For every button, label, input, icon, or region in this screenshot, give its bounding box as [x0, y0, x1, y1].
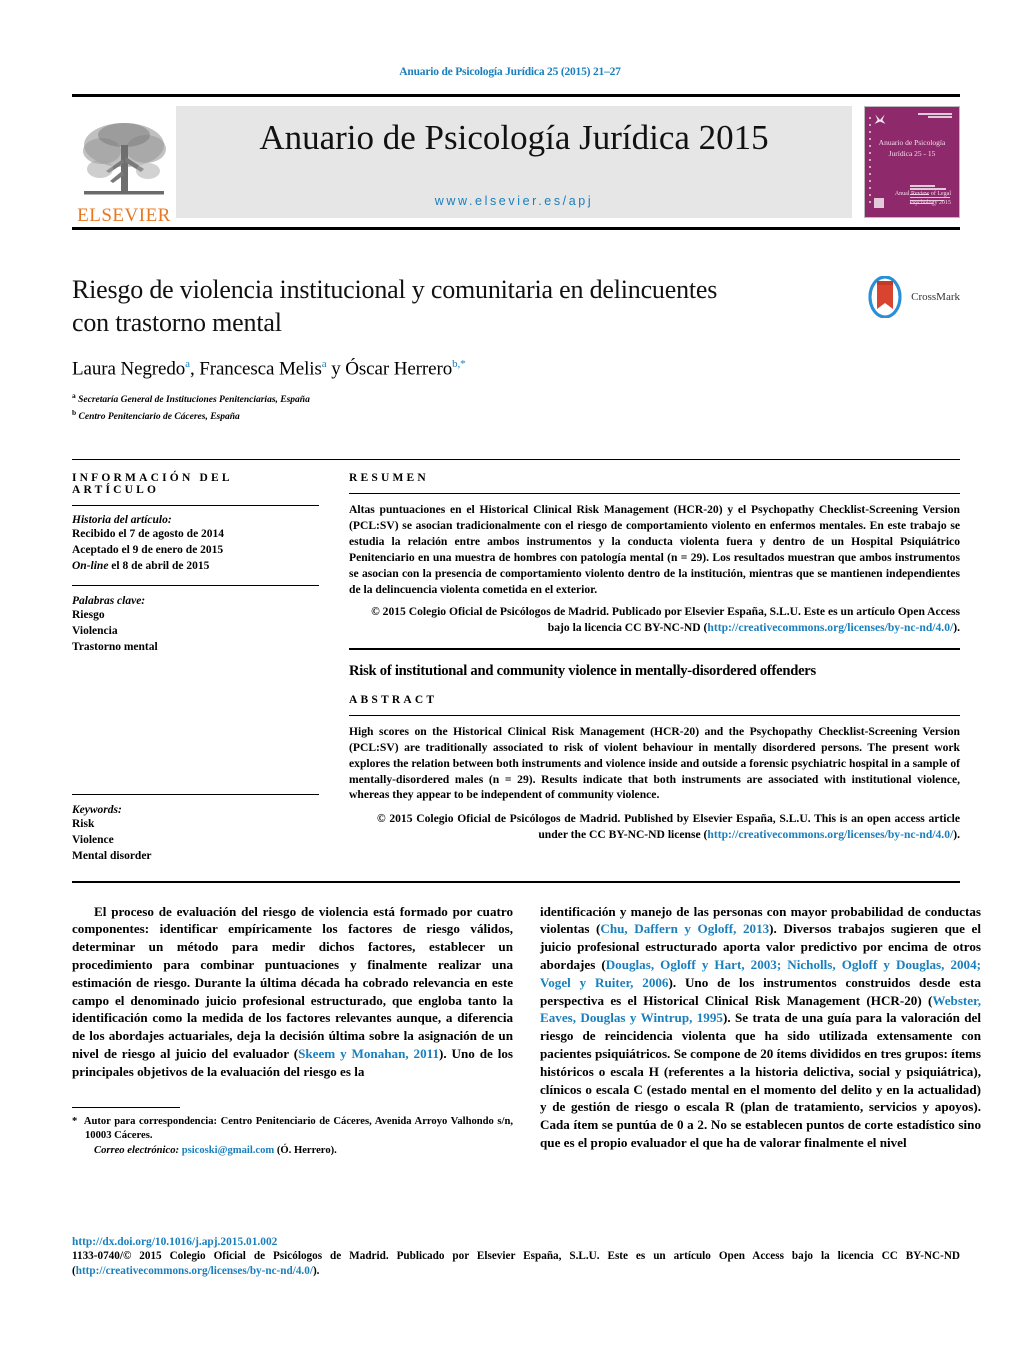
abstract-heading: ABSTRACT	[349, 693, 438, 706]
article-title: Riesgo de violencia institucional y comu…	[72, 274, 772, 340]
author-name-1[interactable]: Laura Negredo	[72, 358, 185, 379]
affiliation-a-marker: a	[72, 390, 76, 400]
keyword-es-2: Trastorno mental	[72, 641, 158, 654]
affiliations: a Secretaría General de Instituciones Pe…	[72, 391, 960, 425]
journal-article-page: Anuario de Psicología Jurídica 25 (2015)…	[0, 0, 1020, 1351]
email-owner: (Ó. Herrero).	[276, 1145, 337, 1157]
keywords-es-label: Palabras clave:	[72, 594, 146, 607]
correspondence-text-line: * Autor para correspondencia: Centro Pen…	[72, 1115, 513, 1145]
cover-title: Anuario de Psicología Jurídica 25 - 15	[878, 138, 946, 159]
author-conjunction: y	[326, 357, 346, 379]
divider-info-top	[72, 504, 319, 506]
divider-resumen	[349, 492, 960, 494]
correspondence-address: Autor para correspondencia: Centro Penit…	[83, 1115, 513, 1142]
keyword-en-0: Risk	[72, 817, 95, 830]
abstract-copyright: © 2015 Colegio Oficial de Psicólogos de …	[349, 811, 960, 843]
author-3-affil-marker: b,*	[452, 357, 466, 370]
abstract-english-title: Risk of institutional and community viol…	[349, 662, 816, 679]
citation-skeem-monahan[interactable]: Skeem y Monahan, 2011	[298, 1046, 439, 1061]
author-name-2[interactable]: Francesca Melis	[199, 358, 322, 379]
body-left-text-1: El proceso de evaluación del riesgo de v…	[72, 903, 513, 1061]
correspondence-email-line: Correo electrónico: psicoski@gmail.com (…	[72, 1144, 513, 1159]
body-column-left: El proceso de evaluación del riesgo de v…	[72, 903, 513, 1159]
affiliation-b: b Centro Penitenciario de Cáceres, Españ…	[72, 408, 960, 425]
body-right-text-4: ). Se trata de una guía para la valoraci…	[540, 1010, 982, 1150]
article-title-line2: con trastorno mental	[72, 307, 282, 337]
email-label: Correo electrónico:	[94, 1145, 180, 1157]
elsevier-wordmark: ELSEVIER	[77, 205, 171, 226]
history-online: On-line el 8 de abril de 2015	[72, 558, 319, 574]
cover-footer: Anual Review of Legal Psychology 2015	[873, 190, 951, 209]
title-zone: CrossMark Riesgo de violencia institucio…	[72, 274, 960, 425]
resumen-heading: RESUMEN	[349, 471, 429, 484]
abstract-block: INFORMACIÓN DEL ARTÍCULO Historia del ar…	[72, 458, 960, 865]
journal-masthead: ELSEVIER Anuario de Psicología Jurídica …	[72, 94, 960, 230]
keyword-en-2: Mental disorder	[72, 850, 152, 863]
abstract-copyright-part2: ).	[953, 828, 960, 842]
footnote-divider	[72, 1106, 180, 1108]
crossmark-label: CrossMark	[911, 291, 960, 303]
cover-english-title: Anual Review of Legal Psychology 2015	[894, 190, 951, 207]
keyword-en-1: Violence	[72, 833, 114, 846]
author-name-3[interactable]: Óscar Herrero	[345, 358, 452, 379]
history-received: Recibido el 7 de agosto de 2014	[72, 527, 225, 540]
cover-elsevier-mark-icon	[874, 198, 884, 208]
footer-license-link[interactable]: http://creativecommons.org/licenses/by-n…	[76, 1265, 313, 1277]
divider-abstract	[349, 714, 960, 716]
abstract-column: RESUMEN Altas puntuaciones en el Histori…	[349, 472, 960, 865]
issn-copyright: 1133-0740/© 2015 Colegio Oficial de Psic…	[72, 1249, 960, 1280]
resumen-copyright-part2: ).	[953, 620, 960, 634]
resumen-text: Altas puntuaciones en el Historical Clin…	[349, 502, 960, 596]
cover-side-ticks	[869, 117, 871, 207]
body-column-right: identificación y manejo de las personas …	[540, 903, 981, 1159]
correspondence-note: * Autor para correspondencia: Centro Pen…	[72, 1115, 513, 1159]
citation-chu-daffern-ogloff[interactable]: Chu, Daffern y Ogloff, 2013	[600, 921, 769, 936]
journal-title: Anuario de Psicología Jurídica 2015	[259, 118, 769, 157]
history-accepted: Aceptado el 9 de enero de 2015	[72, 544, 224, 556]
history-online-rest: el 8 de abril de 2015	[108, 560, 210, 573]
resumen-license-link[interactable]: http://creativecommons.org/licenses/by-n…	[707, 621, 953, 634]
article-body: El proceso de evaluación del riesgo de v…	[72, 880, 981, 1159]
history-online-italic: On-line	[72, 560, 109, 573]
keyword-es-0: Riesgo	[72, 608, 105, 621]
affiliation-a-text: Secretaría General de Instituciones Peni…	[78, 394, 310, 405]
body-paragraph-left-1: El proceso de evaluación del riesgo de v…	[72, 903, 513, 1081]
correspondence-marker: *	[72, 1115, 78, 1127]
abstract-license-link[interactable]: http://creativecommons.org/licenses/by-n…	[707, 828, 953, 841]
journal-cover-thumbnail: Anuario de Psicología Jurídica 25 - 15 A…	[864, 106, 960, 218]
abstract-text: High scores on the Historical Clinical R…	[349, 724, 960, 802]
affiliation-b-marker: b	[72, 407, 77, 417]
elsevier-tree-icon	[83, 123, 166, 195]
divider-keywords-en	[72, 793, 319, 795]
journal-url[interactable]: www.elsevier.es/apj	[435, 194, 593, 208]
cover-header	[872, 113, 952, 127]
divider-abstract-en	[349, 647, 960, 650]
crossmark-badge[interactable]: CrossMark	[864, 276, 960, 318]
keyword-es-1: Violencia	[72, 624, 118, 637]
keywords-en-label: Keywords:	[72, 803, 122, 816]
elsevier-logo-block: ELSEVIER	[72, 97, 176, 227]
author-list: Laura Negredoa, Francesca Melisa y Óscar…	[72, 358, 960, 380]
crossmark-icon	[868, 276, 902, 318]
resumen-copyright: © 2015 Colegio Oficial de Psicólogos de …	[349, 604, 960, 636]
divider-keywords-es	[72, 584, 319, 586]
page-footer: http://dx.doi.org/10.1016/j.apj.2015.01.…	[72, 1236, 960, 1280]
email-link[interactable]: psicoski@gmail.com	[182, 1145, 275, 1156]
affiliation-b-text: Centro Penitenciario de Cáceres, España	[78, 411, 240, 422]
issn-copyright-part2: ).	[312, 1265, 320, 1278]
history-label: Historia del artículo:	[72, 513, 172, 526]
body-paragraph-right-1: identificación y manejo de las personas …	[540, 903, 981, 1152]
journal-band: Anuario de Psicología Jurídica 2015 www.…	[176, 106, 852, 218]
affiliation-a: a Secretaría General de Instituciones Pe…	[72, 391, 960, 408]
article-info-heading: INFORMACIÓN DEL ARTÍCULO	[72, 471, 233, 496]
cover-society-logo-icon	[874, 114, 886, 124]
info-panel-spacer	[72, 656, 319, 784]
article-title-line1: Riesgo de violencia institucional y comu…	[72, 275, 718, 304]
article-info-panel: INFORMACIÓN DEL ARTÍCULO Historia del ar…	[72, 472, 319, 865]
running-head: Anuario de Psicología Jurídica 25 (2015)…	[399, 66, 621, 78]
cover-volume-lines	[918, 113, 952, 119]
author-sep-1: ,	[189, 357, 200, 379]
doi-link[interactable]: http://dx.doi.org/10.1016/j.apj.2015.01.…	[72, 1236, 960, 1248]
